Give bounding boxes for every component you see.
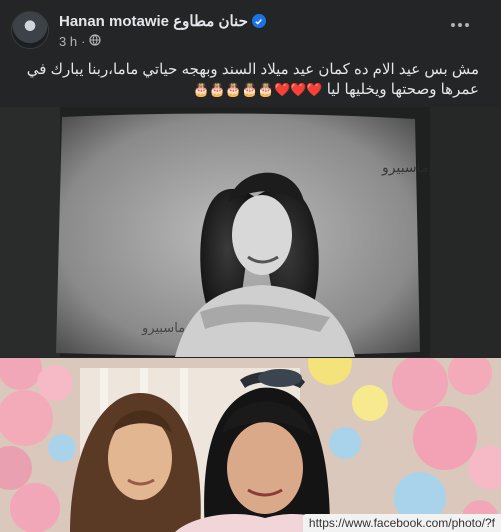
- post-options-button[interactable]: [447, 18, 473, 32]
- globe-icon: [89, 33, 102, 49]
- meta-separator: ·: [81, 33, 86, 49]
- post-meta: 3 h ·: [59, 33, 102, 49]
- post-photo-party[interactable]: https://www.facebook.com/photo/?f: [0, 358, 501, 532]
- watermark-top: ماسبيرو: [381, 160, 428, 176]
- post-photo-vintage[interactable]: ماسبيرو ماسبيرو: [0, 107, 501, 357]
- facebook-post: Hanan motawie حنان مطاوع 3 h · مش بس عيد…: [0, 0, 501, 532]
- author-name-row: Hanan motawie حنان مطاوع: [59, 11, 266, 31]
- browser-status-url: https://www.facebook.com/photo/?f: [302, 514, 501, 532]
- author-avatar[interactable]: [11, 11, 49, 49]
- post-caption: مش بس عيد الام ده كمان عيد ميلاد السند و…: [12, 60, 479, 100]
- author-name[interactable]: Hanan motawie حنان مطاوع: [59, 12, 248, 30]
- more-dots-icon: [451, 23, 469, 27]
- post-time[interactable]: 3 h: [59, 34, 77, 49]
- post-header: Hanan motawie حنان مطاوع 3 h ·: [0, 0, 501, 58]
- verified-badge-icon: [251, 14, 266, 28]
- caption-emojis: ❤️❤️❤️🎂🎂🎂🎂🎂: [193, 82, 323, 97]
- watermark-bottom: ماسبيرو: [141, 321, 185, 336]
